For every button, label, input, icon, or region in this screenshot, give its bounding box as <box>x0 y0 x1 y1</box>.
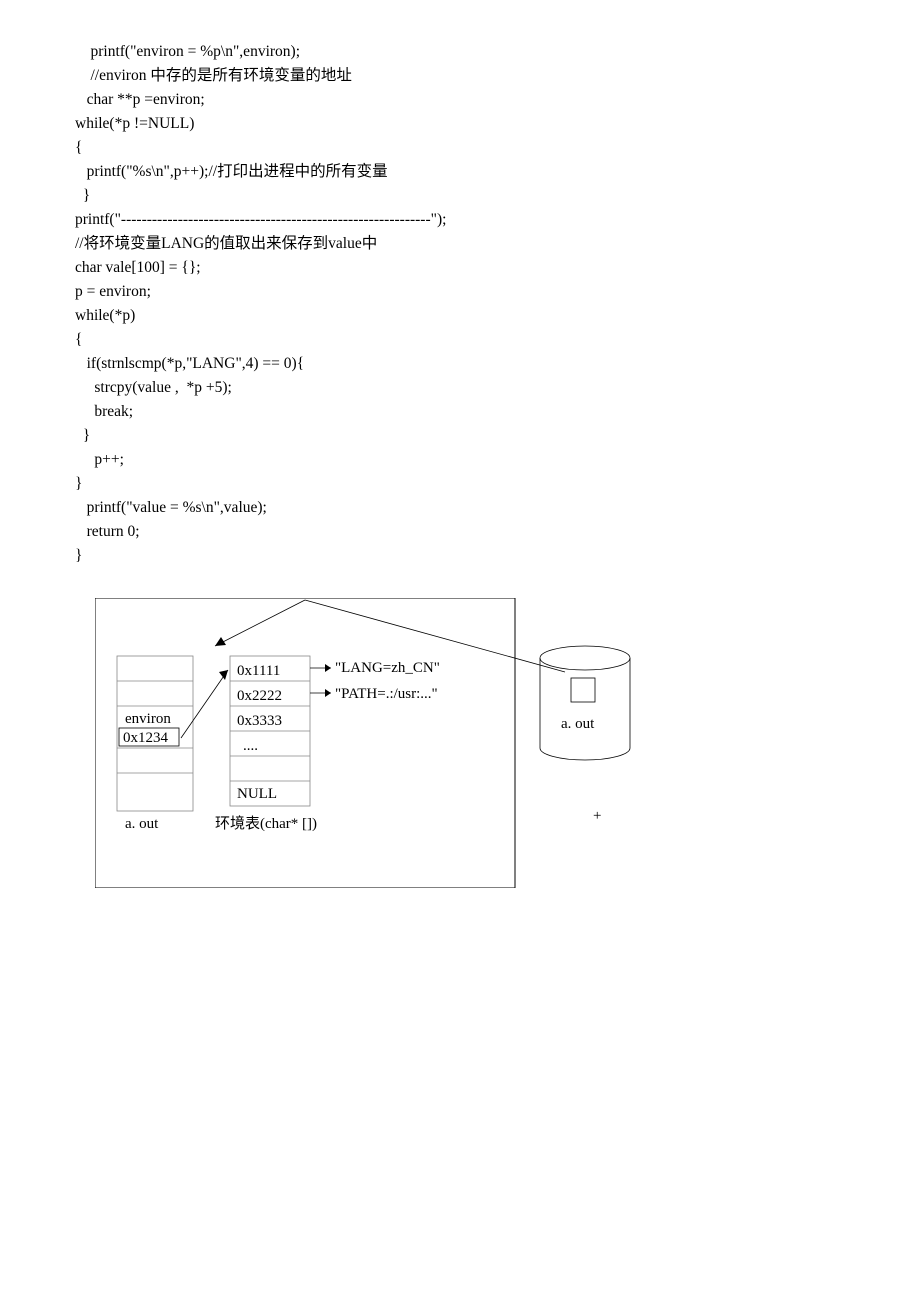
code-line: if(strnlscmp(*p,"LANG",4) == 0){ <box>75 355 304 372</box>
env-table-caption: 环境表(char* []) <box>215 814 317 832</box>
code-line: strcpy(value , *p +5); <box>75 379 232 396</box>
code-line: while(*p !=NULL) <box>75 115 194 132</box>
code-line: char vale[100] = {}; <box>75 259 201 276</box>
cylinder-icon: a. out <box>540 646 630 760</box>
environ-label: environ <box>125 711 171 727</box>
code-line: } <box>75 427 90 444</box>
memory-diagram: environ 0x1234 a. out 0x1111 0x2222 0x33… <box>0 588 920 888</box>
code-line: { <box>75 139 82 156</box>
env-table: 0x1111 0x2222 0x3333 .... NULL 环境表(char*… <box>215 656 317 832</box>
env-row-2: 0x3333 <box>237 713 282 729</box>
environ-value: 0x1234 <box>123 730 169 746</box>
code-line: return 0; <box>75 523 140 540</box>
code-line: break; <box>75 403 133 420</box>
code-line: //将环境变量LANG的值取出来保存到value中 <box>75 235 377 252</box>
code-line: } <box>75 187 90 204</box>
env-row-3: .... <box>243 738 258 754</box>
env-row-4: NULL <box>237 786 277 802</box>
code-line: printf("%s\n",p++);//打印出进程中的所有变量 <box>75 163 388 180</box>
code-line: p = environ; <box>75 283 151 300</box>
code-block: printf("environ = %p\n",environ); //envi… <box>0 0 920 588</box>
code-line: { <box>75 331 82 348</box>
code-line: printf("environ = %p\n",environ); <box>75 43 300 60</box>
env-string-0: "LANG=zh_CN" <box>335 660 440 676</box>
code-line: char **p =environ; <box>75 91 205 108</box>
code-line: printf("--------------------------------… <box>75 211 446 228</box>
code-line: } <box>75 475 82 492</box>
code-line: //environ 中存的是所有环境变量的地址 <box>75 67 352 84</box>
code-line: printf("value = %s\n",value); <box>75 499 267 516</box>
cylinder-caption: a. out <box>561 716 595 732</box>
code-line: while(*p) <box>75 307 135 324</box>
code-line: p++; <box>75 451 124 468</box>
code-line: } <box>75 547 82 564</box>
plus-icon: + <box>593 808 601 824</box>
aout-stack: environ 0x1234 a. out <box>117 656 193 832</box>
env-row-1: 0x2222 <box>237 688 282 704</box>
aout-caption-left: a. out <box>125 816 159 832</box>
env-row-0: 0x1111 <box>237 663 280 679</box>
env-string-1: "PATH=.:/usr:..." <box>335 686 438 702</box>
